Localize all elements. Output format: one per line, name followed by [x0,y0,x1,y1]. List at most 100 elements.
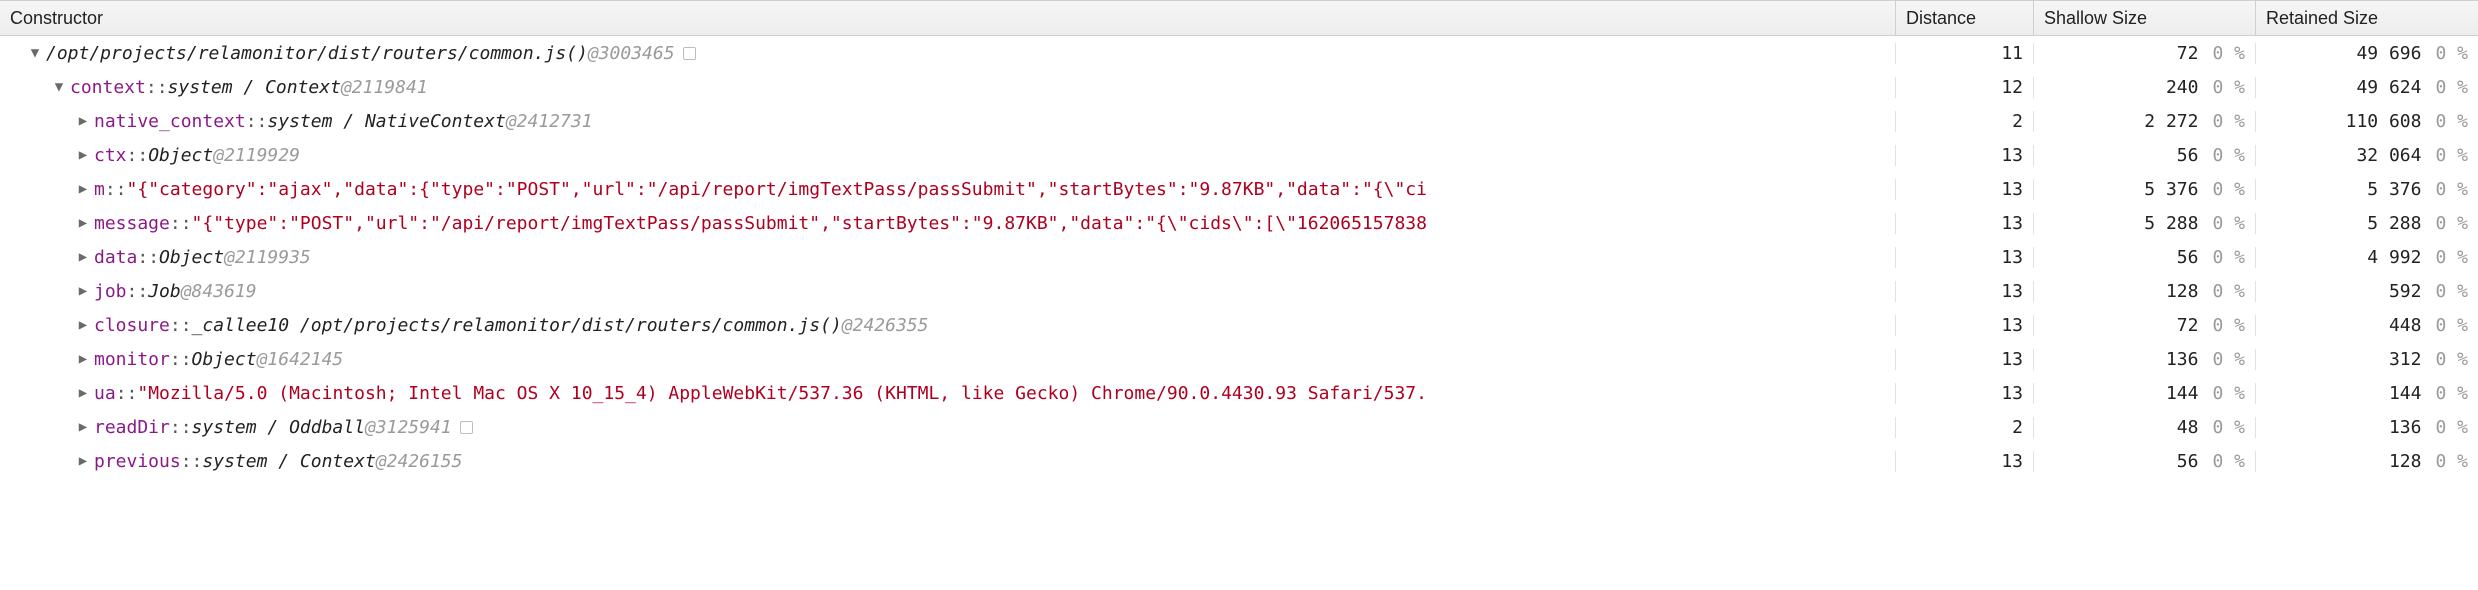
chevron-down-icon[interactable]: ▼ [28,45,42,61]
constructor-cell[interactable]: ▼/opt/projects/relamonitor/dist/routers/… [0,43,1896,64]
retained-pct: 0 % [2435,179,2468,200]
class-name: Object [192,349,257,370]
table-row[interactable]: ▼context :: system / Context @2119841122… [0,70,2478,104]
chevron-right-icon[interactable]: ▶ [76,147,90,163]
constructor-cell[interactable]: ▶previous :: system / Context @2426155 [0,451,1896,472]
distance-cell: 13 [1896,145,2034,166]
shallow-value: 56 [2177,145,2199,166]
header-distance[interactable]: Distance [1896,1,2034,35]
property-name: m [94,179,105,200]
retained-pct: 0 % [2435,213,2468,234]
property-name: ctx [94,145,127,166]
shallow-pct: 0 % [2212,417,2245,438]
constructor-cell[interactable]: ▶job :: Job @843619 [0,281,1896,302]
retained-pct: 0 % [2435,383,2468,404]
retained-pct: 0 % [2435,145,2468,166]
constructor-cell[interactable]: ▶readDir :: system / Oddball @3125941 [0,417,1896,438]
chevron-right-icon[interactable]: ▶ [76,385,90,401]
shallow-pct: 0 % [2212,111,2245,132]
chevron-right-icon[interactable]: ▶ [76,317,90,333]
property-name: context [70,77,146,98]
constructor-cell[interactable]: ▶monitor :: Object @1642145 [0,349,1896,370]
object-address: @2426355 [842,315,929,336]
table-row[interactable]: ▼/opt/projects/relamonitor/dist/routers/… [0,36,2478,70]
retained-cell: 5 3760 % [2256,179,2478,200]
class-name: _callee10 /opt/projects/relamonitor/dist… [192,315,842,336]
chevron-right-icon[interactable]: ▶ [76,453,90,469]
retained-cell: 1360 % [2256,417,2478,438]
shallow-cell: 560 % [2034,145,2256,166]
separator: :: [170,213,192,234]
chevron-right-icon[interactable]: ▶ [76,215,90,231]
retained-value: 110 608 [2346,111,2422,132]
chevron-right-icon[interactable]: ▶ [76,249,90,265]
shallow-cell: 2 2720 % [2034,111,2256,132]
shallow-value: 136 [2166,349,2199,370]
distance-cell: 13 [1896,179,2034,200]
object-address: @843619 [181,281,257,302]
separator: :: [246,111,268,132]
table-row[interactable]: ▶previous :: system / Context @242615513… [0,444,2478,478]
table-row[interactable]: ▶message :: "{"type":"POST","url":"/api/… [0,206,2478,240]
shallow-pct: 0 % [2212,451,2245,472]
chevron-right-icon[interactable]: ▶ [76,419,90,435]
retained-cell: 49 6240 % [2256,77,2478,98]
constructor-cell[interactable]: ▶ctx :: Object @2119929 [0,145,1896,166]
retained-cell: 4 9920 % [2256,247,2478,268]
table-row[interactable]: ▶ctx :: Object @211992913560 % 32 064 0 % [0,138,2478,172]
shallow-cell: 480 % [2034,417,2256,438]
retained-cell: 49 6960 % [2256,43,2478,64]
distance-cell: 12 [1896,77,2034,98]
header-shallow[interactable]: Shallow Size [2034,1,2256,35]
property-name: monitor [94,349,170,370]
retained-value: 32 064 [2356,145,2421,166]
shallow-value: 72 [2177,43,2199,64]
table-row[interactable]: ▶ua :: "Mozilla/5.0 (Macintosh; Intel Ma… [0,376,2478,410]
constructor-cell[interactable]: ▼context :: system / Context @2119841 [0,77,1896,98]
constructor-cell[interactable]: ▶data :: Object @2119935 [0,247,1896,268]
table-row[interactable]: ▶closure :: _callee10 /opt/projects/rela… [0,308,2478,342]
constructor-cell[interactable]: ▶message :: "{"type":"POST","url":"/api/… [0,213,1896,234]
shallow-pct: 0 % [2212,281,2245,302]
retained-pct: 0 % [2435,451,2468,472]
retained-value: 312 [2389,349,2422,370]
distance-cell: 2 [1896,417,2034,438]
separator: :: [137,247,159,268]
separator: :: [127,281,149,302]
retained-pct: 0 % [2435,349,2468,370]
retained-pct: 0 % [2435,77,2468,98]
table-row[interactable]: ▶native_context :: system / NativeContex… [0,104,2478,138]
chevron-right-icon[interactable]: ▶ [76,283,90,299]
chevron-down-icon[interactable]: ▼ [52,79,66,95]
distance-cell: 13 [1896,451,2034,472]
shallow-value: 5 288 [2144,213,2198,234]
object-address: @2426155 [376,451,463,472]
table-row[interactable]: ▶job :: Job @843619131280 %5920 % [0,274,2478,308]
constructor-cell[interactable]: ▶ua :: "Mozilla/5.0 (Macintosh; Intel Ma… [0,383,1896,404]
retained-cell: 5 288 0 % [2256,213,2478,234]
constructor-cell[interactable]: ▶closure :: _callee10 /opt/projects/rela… [0,315,1896,336]
shallow-pct: 0 % [2212,179,2245,200]
chevron-right-icon[interactable]: ▶ [76,351,90,367]
shallow-value: 144 [2166,383,2199,404]
table-row[interactable]: ▶data :: Object @211993513560 %4 9920 % [0,240,2478,274]
constructor-cell[interactable]: ▶native_context :: system / NativeContex… [0,111,1896,132]
table-row[interactable]: ▶m :: "{"category":"ajax","data":{"type"… [0,172,2478,206]
distance-cell: 2 [1896,111,2034,132]
table-row[interactable]: ▶readDir :: system / Oddball @3125941248… [0,410,2478,444]
header-retained[interactable]: Retained Size [2256,1,2478,35]
class-name: Object [148,145,213,166]
chevron-right-icon[interactable]: ▶ [76,181,90,197]
class-name: system / NativeContext [267,111,505,132]
shallow-cell: 720 % [2034,315,2256,336]
object-address: @1642145 [257,349,344,370]
retained-value: 5 288 [2367,213,2421,234]
shallow-cell: 2400 % [2034,77,2256,98]
separator: :: [170,315,192,336]
retained-cell: 1280 % [2256,451,2478,472]
constructor-cell[interactable]: ▶m :: "{"category":"ajax","data":{"type"… [0,179,1896,200]
chevron-right-icon[interactable]: ▶ [76,113,90,129]
table-row[interactable]: ▶monitor :: Object @1642145131360 %3120 … [0,342,2478,376]
retained-pct: 0 % [2435,247,2468,268]
header-constructor[interactable]: Constructor [0,1,1896,35]
